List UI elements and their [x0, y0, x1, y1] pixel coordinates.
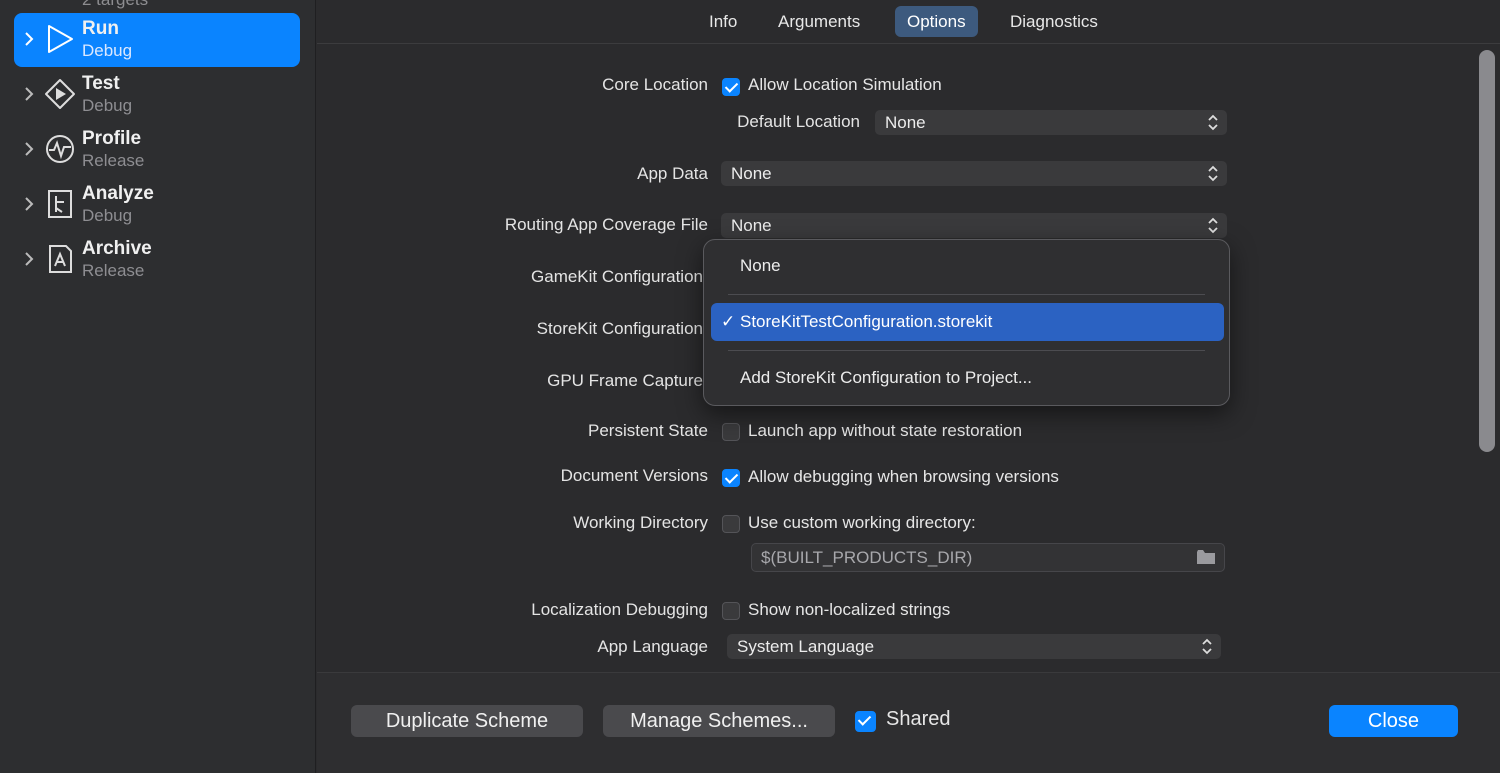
- close-button[interactable]: Close: [1329, 705, 1458, 737]
- default-location-popup[interactable]: None: [875, 110, 1227, 135]
- routing-coverage-label: Routing App Coverage File: [504, 215, 708, 234]
- sidebar-item-subtitle: Release: [82, 151, 145, 170]
- sidebar-item-title: Run: [82, 18, 119, 39]
- menu-item-none[interactable]: None: [711, 247, 1224, 285]
- show-non-localized-checkbox[interactable]: [722, 602, 740, 620]
- app-data-popup[interactable]: None: [721, 161, 1227, 186]
- sidebar-item-profile[interactable]: Profile Release: [14, 123, 300, 177]
- app-language-popup[interactable]: System Language: [727, 634, 1221, 659]
- sidebar-partial-text: 2 targets: [82, 0, 148, 10]
- scrollbar-thumb[interactable]: [1479, 50, 1495, 452]
- analyze-icon: [48, 190, 72, 218]
- up-down-arrows-icon: [1208, 165, 1218, 182]
- allow-debugging-versions-checkbox[interactable]: [722, 469, 740, 487]
- custom-working-directory-checkbox[interactable]: [722, 515, 740, 533]
- options-scrollbar[interactable]: [1479, 50, 1497, 665]
- tab-bar: Info Arguments Options Diagnostics: [317, 0, 1500, 44]
- menu-item-label: Add StoreKit Configuration to Project...: [740, 368, 1032, 387]
- menu-item-label: StoreKitTestConfiguration.storekit: [740, 312, 993, 331]
- show-non-localized-text: Show non-localized strings: [748, 600, 951, 619]
- sidebar-item-analyze[interactable]: Analyze Debug: [14, 178, 300, 232]
- shared-label: Shared: [886, 708, 951, 730]
- sidebar-item-archive[interactable]: Archive Release: [14, 233, 300, 287]
- up-down-arrows-icon: [1202, 638, 1212, 655]
- sidebar-item-title: Archive: [82, 238, 152, 259]
- sidebar-item-title: Profile: [82, 128, 142, 149]
- app-language-label: App Language: [597, 637, 708, 656]
- menu-item-label: None: [740, 256, 781, 275]
- app-data-label: App Data: [637, 164, 708, 183]
- sidebar-item-title: Test: [82, 73, 120, 94]
- default-location-value: None: [885, 113, 926, 132]
- custom-working-directory-text: Use custom working directory:: [748, 513, 976, 532]
- persistent-state-label: Persistent State: [587, 421, 708, 440]
- allow-location-simulation-checkbox[interactable]: [722, 78, 740, 96]
- allow-debugging-versions-text: Allow debugging when browsing versions: [748, 467, 1059, 486]
- up-down-arrows-icon: [1208, 114, 1218, 131]
- localization-debugging-label: Localization Debugging: [531, 600, 708, 619]
- chevron-right-icon[interactable]: [22, 29, 36, 49]
- tab-options[interactable]: Options: [895, 6, 978, 37]
- default-location-label: Default Location: [737, 112, 860, 131]
- shared-checkbox[interactable]: [855, 711, 876, 732]
- sidebar-item-subtitle: Debug: [82, 41, 133, 60]
- chevron-right-icon[interactable]: [22, 194, 36, 214]
- archive-icon: [49, 245, 72, 273]
- tab-diagnostics[interactable]: Diagnostics: [998, 6, 1110, 37]
- menu-item-add-storekit-configuration[interactable]: Add StoreKit Configuration to Project...: [711, 359, 1224, 397]
- core-location-label: Core Location: [602, 75, 708, 94]
- play-icon: [48, 25, 73, 53]
- launch-without-restoration-checkbox[interactable]: [722, 423, 740, 441]
- document-versions-label: Document Versions: [560, 466, 708, 485]
- gpu-frame-capture-label: GPU Frame Capture: [547, 371, 703, 390]
- tab-info[interactable]: Info: [697, 6, 749, 37]
- working-directory-path-field[interactable]: $(BUILT_PRODUCTS_DIR): [751, 543, 1225, 572]
- sidebar-item-run[interactable]: Run Debug: [14, 13, 300, 67]
- manage-schemes-button[interactable]: Manage Schemes...: [603, 705, 835, 737]
- allow-location-simulation-text: Allow Location Simulation: [748, 75, 942, 94]
- storekit-configuration-label: StoreKit Configuration: [536, 319, 703, 338]
- sidebar-item-test[interactable]: Test Debug: [14, 68, 300, 122]
- up-down-arrows-icon: [1208, 217, 1218, 234]
- sidebar-item-subtitle: Debug: [82, 206, 133, 225]
- app-data-value: None: [731, 164, 772, 183]
- storekit-configuration-menu: None ✓ StoreKitTestConfiguration.storeki…: [703, 239, 1230, 406]
- sidebar-item-subtitle: Debug: [82, 96, 133, 115]
- menu-separator: [728, 350, 1205, 351]
- menu-item-storekit-test-configuration[interactable]: ✓ StoreKitTestConfiguration.storekit: [711, 303, 1224, 341]
- chevron-right-icon[interactable]: [22, 84, 36, 104]
- sidebar-item-subtitle: Release: [82, 261, 145, 280]
- duplicate-scheme-button[interactable]: Duplicate Scheme: [351, 705, 583, 737]
- scheme-footer: Duplicate Scheme Manage Schemes... Share…: [317, 672, 1500, 773]
- folder-icon[interactable]: [1196, 549, 1216, 565]
- launch-without-restoration-text: Launch app without state restoration: [748, 421, 1023, 440]
- working-directory-path: $(BUILT_PRODUCTS_DIR): [761, 548, 973, 567]
- app-language-value: System Language: [737, 637, 875, 656]
- menu-separator: [728, 294, 1205, 295]
- working-directory-label: Working Directory: [573, 513, 708, 532]
- chevron-right-icon[interactable]: [22, 139, 36, 159]
- sidebar-item-title: Analyze: [82, 183, 154, 204]
- profile-gauge-icon: [46, 135, 74, 163]
- routing-coverage-popup[interactable]: None: [721, 213, 1227, 238]
- checkmark-icon: ✓: [721, 312, 736, 331]
- chevron-right-icon[interactable]: [22, 249, 36, 269]
- gamekit-configuration-label: GameKit Configuration: [531, 267, 703, 286]
- routing-coverage-value: None: [731, 216, 772, 235]
- tab-arguments[interactable]: Arguments: [766, 6, 872, 37]
- test-diamond-icon: [45, 79, 75, 109]
